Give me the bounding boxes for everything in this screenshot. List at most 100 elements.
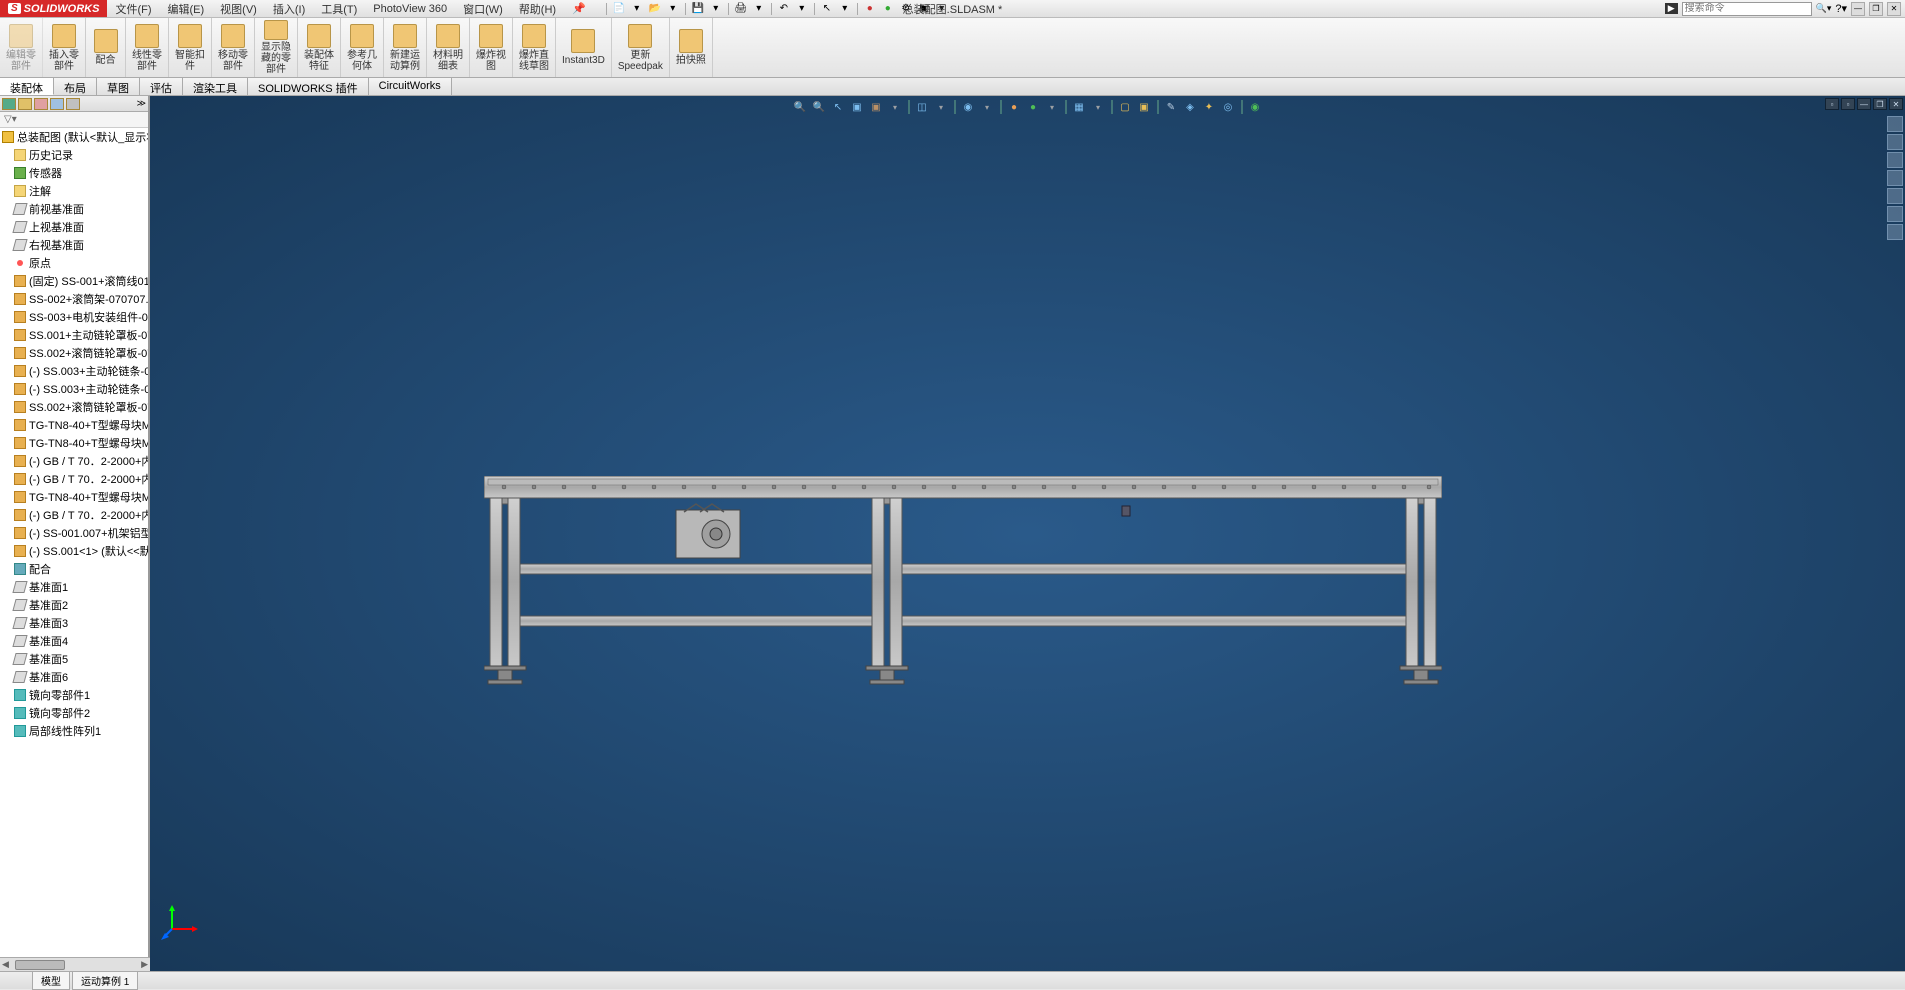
section-view-icon[interactable]: ▣ bbox=[849, 99, 865, 115]
ribbon-explode-line[interactable]: 爆炸直 线草图 bbox=[513, 18, 556, 77]
edit-appearance-icon[interactable]: ● bbox=[1006, 99, 1022, 115]
dropdown-icon[interactable]: ▾ bbox=[1090, 99, 1106, 115]
tab-evaluate[interactable]: 评估 bbox=[140, 78, 183, 95]
final-render-icon[interactable]: ▣ bbox=[1136, 99, 1152, 115]
dropdown-icon[interactable]: ▾ bbox=[794, 2, 810, 16]
ribbon-insert-comp[interactable]: 插入零 部件 bbox=[43, 18, 86, 77]
tree-item[interactable]: SS-003+电机安装组件-0707 bbox=[0, 308, 148, 326]
tree-item[interactable]: 右视基准面 bbox=[0, 236, 148, 254]
appearances-icon[interactable] bbox=[1887, 188, 1903, 204]
dropdown-icon[interactable]: ▾ bbox=[887, 99, 903, 115]
panel-expand-icon[interactable]: ≫ bbox=[137, 98, 146, 109]
close-button[interactable]: ✕ bbox=[1887, 2, 1901, 16]
undo-icon[interactable]: ↶ bbox=[776, 2, 792, 16]
dimxpert-tab-icon[interactable] bbox=[50, 98, 64, 110]
tree-item[interactable]: 基准面6 bbox=[0, 668, 148, 686]
minimize-button[interactable]: — bbox=[1851, 2, 1865, 16]
tree-item[interactable]: SS.002+滚筒链轮罩板-0707 bbox=[0, 344, 148, 362]
hide-show-icon[interactable]: ◉ bbox=[960, 99, 976, 115]
ribbon-mate[interactable]: 配合 bbox=[86, 18, 126, 77]
filter-icon[interactable]: ▽▾ bbox=[4, 114, 17, 125]
scroll-thumb[interactable] bbox=[15, 960, 65, 970]
tree-item[interactable]: 基准面1 bbox=[0, 578, 148, 596]
save-icon[interactable]: 💾 bbox=[690, 2, 706, 16]
dropdown-icon[interactable]: ▾ bbox=[933, 99, 949, 115]
dropdown-icon[interactable]: ▾ bbox=[751, 2, 767, 16]
scroll-right-icon[interactable]: ▶ bbox=[141, 959, 148, 970]
tree-item[interactable]: (-) GB / T 70．2-2000+内六 bbox=[0, 506, 148, 524]
decal-icon[interactable]: ◈ bbox=[1182, 99, 1198, 115]
tree-item[interactable]: 上视基准面 bbox=[0, 218, 148, 236]
tree-item[interactable]: 局部线性阵列1 bbox=[0, 722, 148, 740]
scroll-left-icon[interactable]: ◀ bbox=[2, 959, 9, 970]
ribbon-instant3d[interactable]: Instant3D bbox=[556, 18, 612, 77]
tree-item[interactable]: 镜向零部件2 bbox=[0, 704, 148, 722]
tab-assembly[interactable]: 装配体 bbox=[0, 78, 54, 95]
tree-item[interactable]: (-) SS-001.007+机架铝型材 bbox=[0, 524, 148, 542]
menu-insert[interactable]: 插入(I) bbox=[265, 1, 313, 17]
ribbon-linear-comp[interactable]: 线性零 部件 bbox=[126, 18, 169, 77]
display-style-icon[interactable]: ◫ bbox=[914, 99, 930, 115]
tree-item[interactable]: 总装配图 (默认<默认_显示状态 bbox=[0, 128, 148, 146]
zoom-fit-icon[interactable]: 🔍 bbox=[792, 99, 808, 115]
tree-item[interactable]: 前视基准面 bbox=[0, 200, 148, 218]
tree-item[interactable]: SS.001+主动链轮罩板-0707 bbox=[0, 326, 148, 344]
tree-item[interactable]: 基准面2 bbox=[0, 596, 148, 614]
tree-item[interactable]: (-) GB / T 70．2-2000+内六 bbox=[0, 452, 148, 470]
tree-item[interactable]: 基准面3 bbox=[0, 614, 148, 632]
help-icon[interactable]: ?▾ bbox=[1835, 2, 1847, 15]
tree-item[interactable]: (-) SS.003+主动轮链条-070 bbox=[0, 362, 148, 380]
viewport-minimize[interactable]: — bbox=[1857, 98, 1871, 110]
tree-item[interactable]: 镜向零部件1 bbox=[0, 686, 148, 704]
ribbon-snapshot[interactable]: 拍快照 bbox=[670, 18, 713, 77]
restore-button[interactable]: ❐ bbox=[1869, 2, 1883, 16]
dropdown-icon[interactable]: ▾ bbox=[708, 2, 724, 16]
ribbon-bom[interactable]: 材料明 细表 bbox=[427, 18, 470, 77]
edit-scene-icon[interactable]: ✎ bbox=[1163, 99, 1179, 115]
rebuild-icon[interactable]: ● bbox=[862, 2, 878, 16]
search-command-input[interactable] bbox=[1682, 2, 1812, 16]
tab-render[interactable]: 渲染工具 bbox=[183, 78, 248, 95]
viewport-restore[interactable]: ❐ bbox=[1873, 98, 1887, 110]
ribbon-new-motion[interactable]: 新建运 动算例 bbox=[384, 18, 427, 77]
prev-view-icon[interactable]: ↖ bbox=[830, 99, 846, 115]
menu-window[interactable]: 窗口(W) bbox=[455, 1, 511, 17]
ribbon-move-comp[interactable]: 移动零 部件 bbox=[212, 18, 255, 77]
tab-circuit[interactable]: CircuitWorks bbox=[369, 78, 452, 95]
tab-sketch[interactable]: 草图 bbox=[97, 78, 140, 95]
custom-props-icon[interactable] bbox=[1887, 206, 1903, 222]
ribbon-show-hidden[interactable]: 显示隐 藏的零 部件 bbox=[255, 18, 298, 77]
tree-item[interactable]: 注解 bbox=[0, 182, 148, 200]
render-region-icon[interactable]: ▢ bbox=[1117, 99, 1133, 115]
tab-swplugins[interactable]: SOLIDWORKS 插件 bbox=[248, 78, 369, 95]
sw-resources-icon[interactable] bbox=[1887, 116, 1903, 132]
light-icon[interactable]: ✦ bbox=[1201, 99, 1217, 115]
open-icon[interactable]: 📂 bbox=[647, 2, 663, 16]
model-tab[interactable]: 模型 bbox=[32, 971, 70, 990]
motion-study-tab[interactable]: 运动算例 1 bbox=[72, 971, 138, 990]
ribbon-exploded[interactable]: 爆炸视 图 bbox=[470, 18, 513, 77]
display-manager-tab-icon[interactable] bbox=[66, 98, 80, 110]
rebuild-all-icon[interactable]: ● bbox=[880, 2, 896, 16]
tree-item[interactable]: (-) SS.001<1> (默认<<默认 bbox=[0, 542, 148, 560]
forum-icon[interactable] bbox=[1887, 224, 1903, 240]
viewport-close[interactable]: ✕ bbox=[1889, 98, 1903, 110]
new-doc-icon[interactable]: 📄 bbox=[611, 2, 627, 16]
menu-help[interactable]: 帮助(H) bbox=[511, 1, 564, 17]
feature-manager-tab-icon[interactable] bbox=[2, 98, 16, 110]
property-manager-tab-icon[interactable] bbox=[18, 98, 32, 110]
viewport-btn2[interactable]: ▫ bbox=[1841, 98, 1855, 110]
tree-item[interactable]: 传感器 bbox=[0, 164, 148, 182]
tab-layout[interactable]: 布局 bbox=[54, 78, 97, 95]
search-dropdown-icon[interactable]: 🔍▾ bbox=[1816, 3, 1832, 14]
view-orient-icon[interactable]: ▣ bbox=[868, 99, 884, 115]
file-explorer-icon[interactable] bbox=[1887, 152, 1903, 168]
graphics-area[interactable]: 🔍 🔍 ↖ ▣ ▣ ▾ ◫ ▾ ◉ ▾ ● ● ▾ ▦ ▾ ▢ ▣ ✎ ◈ ✦ bbox=[150, 96, 1905, 971]
menu-view[interactable]: 视图(V) bbox=[212, 1, 265, 17]
view-palette-icon[interactable] bbox=[1887, 170, 1903, 186]
tree-item[interactable]: (-) SS.003+主动轮链条-070 bbox=[0, 380, 148, 398]
design-library-icon[interactable] bbox=[1887, 134, 1903, 150]
tree-item[interactable]: 基准面4 bbox=[0, 632, 148, 650]
tree-item[interactable]: (固定) SS-001+滚筒线01机 bbox=[0, 272, 148, 290]
integrated-preview-icon[interactable]: ◉ bbox=[1247, 99, 1263, 115]
